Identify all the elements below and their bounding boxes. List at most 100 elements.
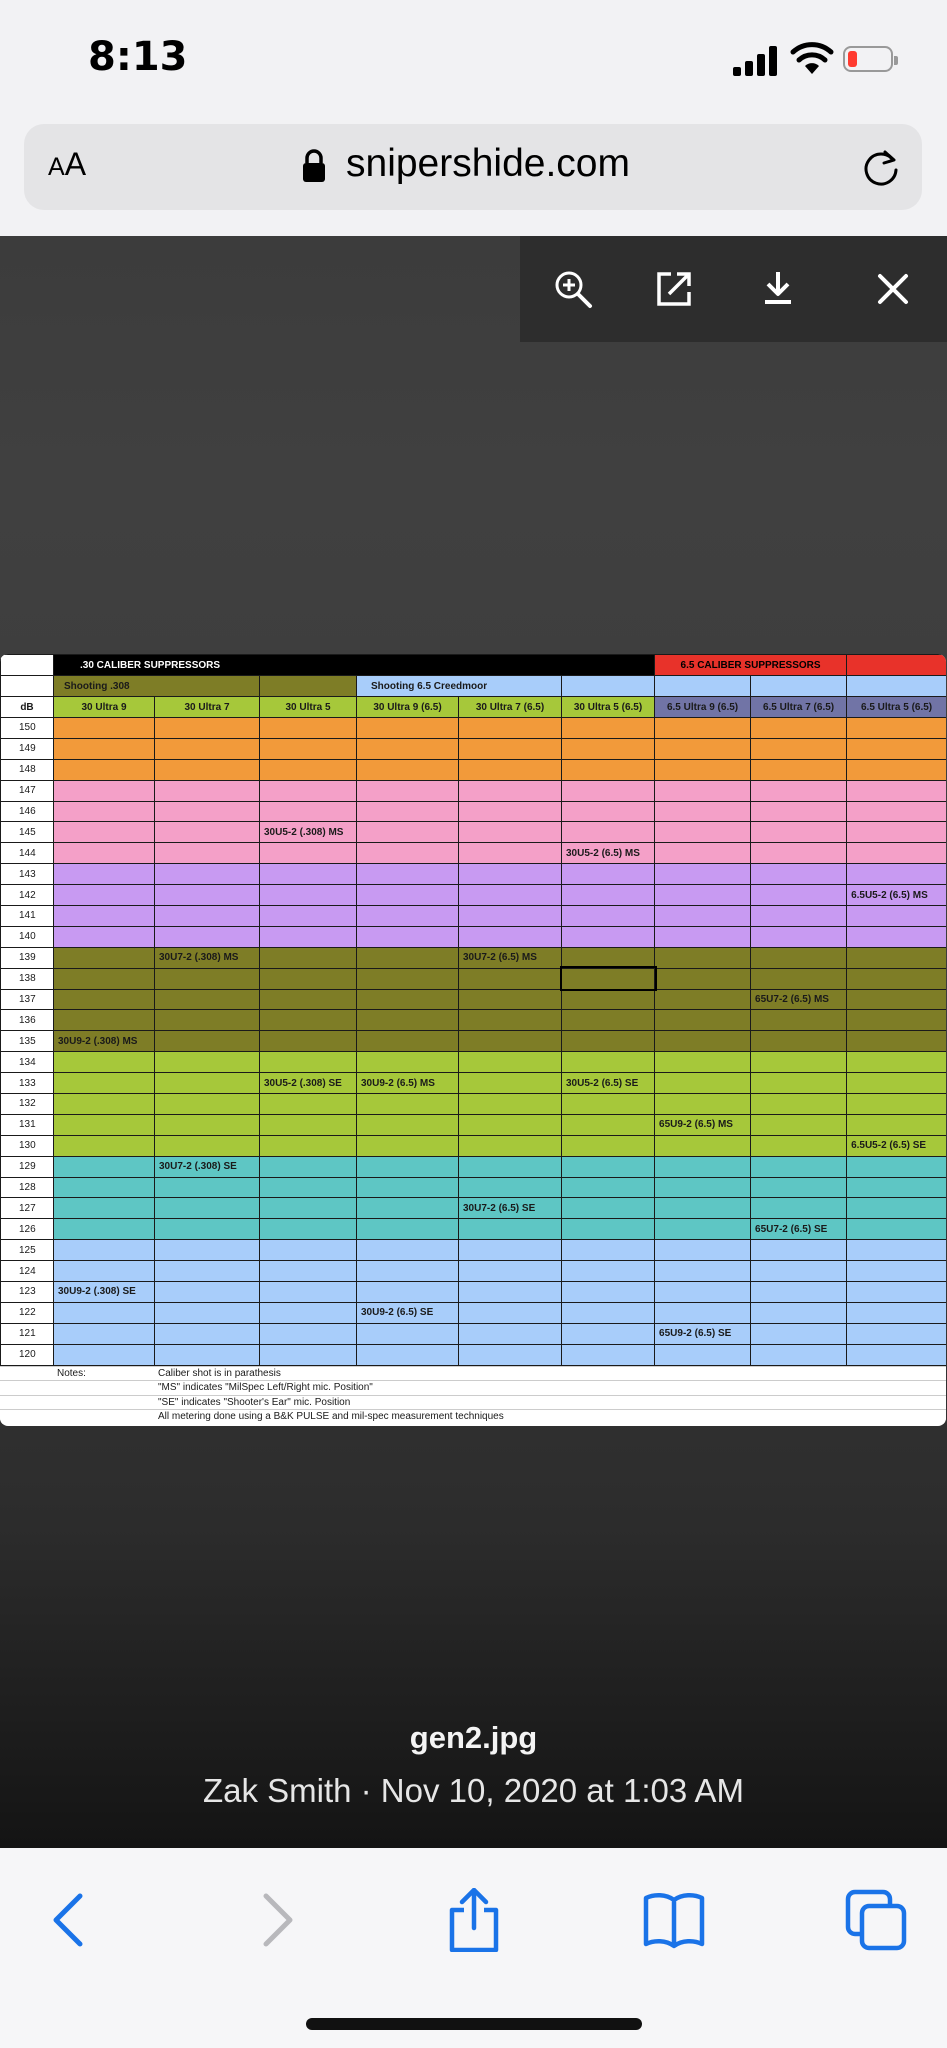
notes-row: Notes: Caliber shot is in parathesis [0, 1365, 946, 1381]
db-level-cell: 123 [0, 1281, 54, 1303]
notes-label: Notes: [53, 1365, 154, 1381]
back-icon[interactable] [40, 1888, 104, 1952]
table-cell [654, 1218, 752, 1241]
table-cell [846, 1113, 946, 1136]
table-cell [259, 1218, 357, 1241]
table-cell [654, 821, 752, 844]
table-cell [356, 967, 459, 990]
table-row: 123 30U9-2 (.308) SE [0, 1281, 946, 1303]
table-cell [356, 946, 459, 969]
table-cell [356, 884, 459, 907]
column-header-db: dB [0, 696, 54, 718]
open-external-icon[interactable] [651, 266, 697, 312]
table-cell [846, 863, 946, 886]
table-cell [560, 863, 656, 886]
db-level-cell: 142 [0, 884, 54, 907]
table-cell [259, 905, 357, 927]
viewer-toolbar [520, 236, 947, 342]
table-row: 140 [0, 925, 946, 948]
notes-spacer [0, 1365, 53, 1381]
zoom-in-icon[interactable] [550, 266, 596, 312]
table-cell [654, 1343, 752, 1366]
group-header-row: .30 CALIBER SUPPRESSORS 6.5 CALIBER SUPP… [0, 654, 946, 676]
table-cell [259, 1134, 357, 1157]
share-icon[interactable] [442, 1888, 506, 1952]
url-text[interactable]: snipershide.com [346, 142, 630, 186]
table-cell [846, 1218, 946, 1241]
table-cell [560, 1218, 656, 1241]
browser-toolbar [0, 1848, 947, 2048]
table-cell [559, 966, 657, 992]
table-cell [846, 821, 946, 844]
column-header: 30 Ultra 5 (6.5) [560, 696, 656, 718]
table-cell [458, 717, 562, 739]
table-cell [458, 967, 562, 990]
table-cell [560, 1239, 656, 1262]
table-cell [560, 1322, 656, 1345]
battery-icon [843, 46, 898, 72]
table-cell [154, 1260, 260, 1283]
table-cell [154, 1134, 260, 1157]
table-cell [356, 842, 459, 865]
table-cell [154, 717, 260, 739]
table-cell [53, 758, 155, 781]
table-cell [654, 737, 752, 760]
table-cell [846, 1260, 946, 1283]
table-cell [846, 946, 946, 969]
table-cell [560, 758, 656, 781]
table-cell [154, 905, 260, 927]
table-cell [560, 1030, 656, 1053]
column-header: 30 Ultra 5 [259, 696, 357, 718]
download-icon[interactable] [755, 266, 801, 312]
table-cell [259, 1176, 357, 1199]
status-bar: 8:13 [0, 0, 947, 118]
table-cell [654, 758, 752, 781]
db-level-cell: 141 [0, 905, 54, 927]
table-cell [560, 821, 656, 844]
table-cell [259, 1301, 357, 1324]
table-cell: 30U7-2 (6.5) SE [458, 1197, 562, 1220]
table-cell [458, 1176, 562, 1199]
table-cell: 30U7-2 (.308) SE [154, 1155, 260, 1178]
table-row: 149 [0, 737, 946, 760]
reload-icon[interactable] [860, 146, 902, 188]
table-cell [846, 1197, 946, 1220]
table-cell [53, 842, 155, 865]
table-cell [154, 967, 260, 990]
table-cell [154, 821, 260, 844]
db-level-cell: 128 [0, 1176, 54, 1199]
table-cell [560, 1113, 656, 1136]
table-cell [458, 737, 562, 760]
table-cell [356, 905, 459, 927]
table-cell [750, 1009, 848, 1032]
table-cell [750, 1030, 848, 1053]
table-cell [356, 863, 459, 886]
bookmarks-icon[interactable] [642, 1888, 706, 1952]
table-cell [654, 988, 752, 1011]
table-cell [750, 884, 848, 907]
table-cell [750, 821, 848, 844]
table-cell [458, 842, 562, 865]
text-size-button[interactable]: AA [48, 146, 86, 183]
table-cell [750, 1134, 848, 1157]
column-header: 6.5 Ultra 9 (6.5) [654, 696, 752, 718]
table-row: 133 30U5-2 (.308) SE 30U9-2 (6.5) MS 30U5-2… [0, 1072, 946, 1095]
table-cell [458, 1155, 562, 1178]
table-cell [560, 1260, 656, 1283]
table-cell [154, 1113, 260, 1136]
suppressor-db-chart-image[interactable]: .30 CALIBER SUPPRESSORS 6.5 CALIBER SUPP… [0, 654, 946, 1426]
table-cell: 30U7-2 (.308) MS [154, 946, 260, 969]
tabs-icon[interactable] [844, 1888, 908, 1952]
table-row: 135 30U9-2 (.308) MS [0, 1030, 946, 1053]
forward-icon[interactable] [242, 1888, 306, 1952]
table-cell [259, 1113, 357, 1136]
table-cell [356, 779, 459, 802]
table-cell [458, 1281, 562, 1303]
table-cell [560, 946, 656, 969]
address-bar[interactable]: AA snipershide.com [24, 124, 922, 210]
table-cell [560, 717, 656, 739]
table-cell [846, 842, 946, 865]
close-icon[interactable] [870, 266, 916, 312]
table-cell [356, 1218, 459, 1241]
db-level-cell: 140 [0, 925, 54, 948]
